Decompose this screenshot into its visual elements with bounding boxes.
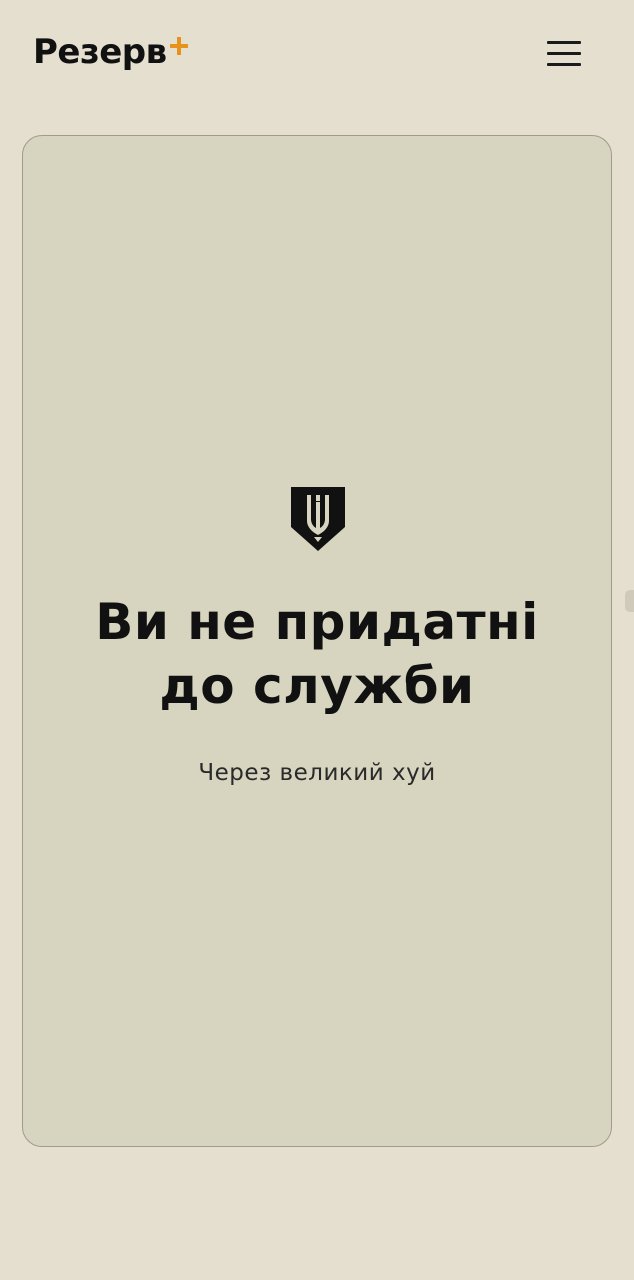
- headline-line-2: до служби: [159, 657, 475, 715]
- edge-scroll-handle[interactable]: [625, 590, 634, 612]
- page-title: Ви не придатні до служби: [30, 590, 604, 718]
- app-header: Резерв: [0, 0, 634, 110]
- subtitle: Через великий хуй: [198, 760, 436, 786]
- headline-line-1: Ви не придатні: [95, 593, 539, 651]
- logo-text: Резерв: [33, 32, 167, 72]
- plus-icon: [169, 36, 189, 56]
- app-logo[interactable]: Резерв: [33, 28, 189, 76]
- menu-button[interactable]: [540, 34, 588, 74]
- trident-shield-emblem-icon: [288, 485, 348, 553]
